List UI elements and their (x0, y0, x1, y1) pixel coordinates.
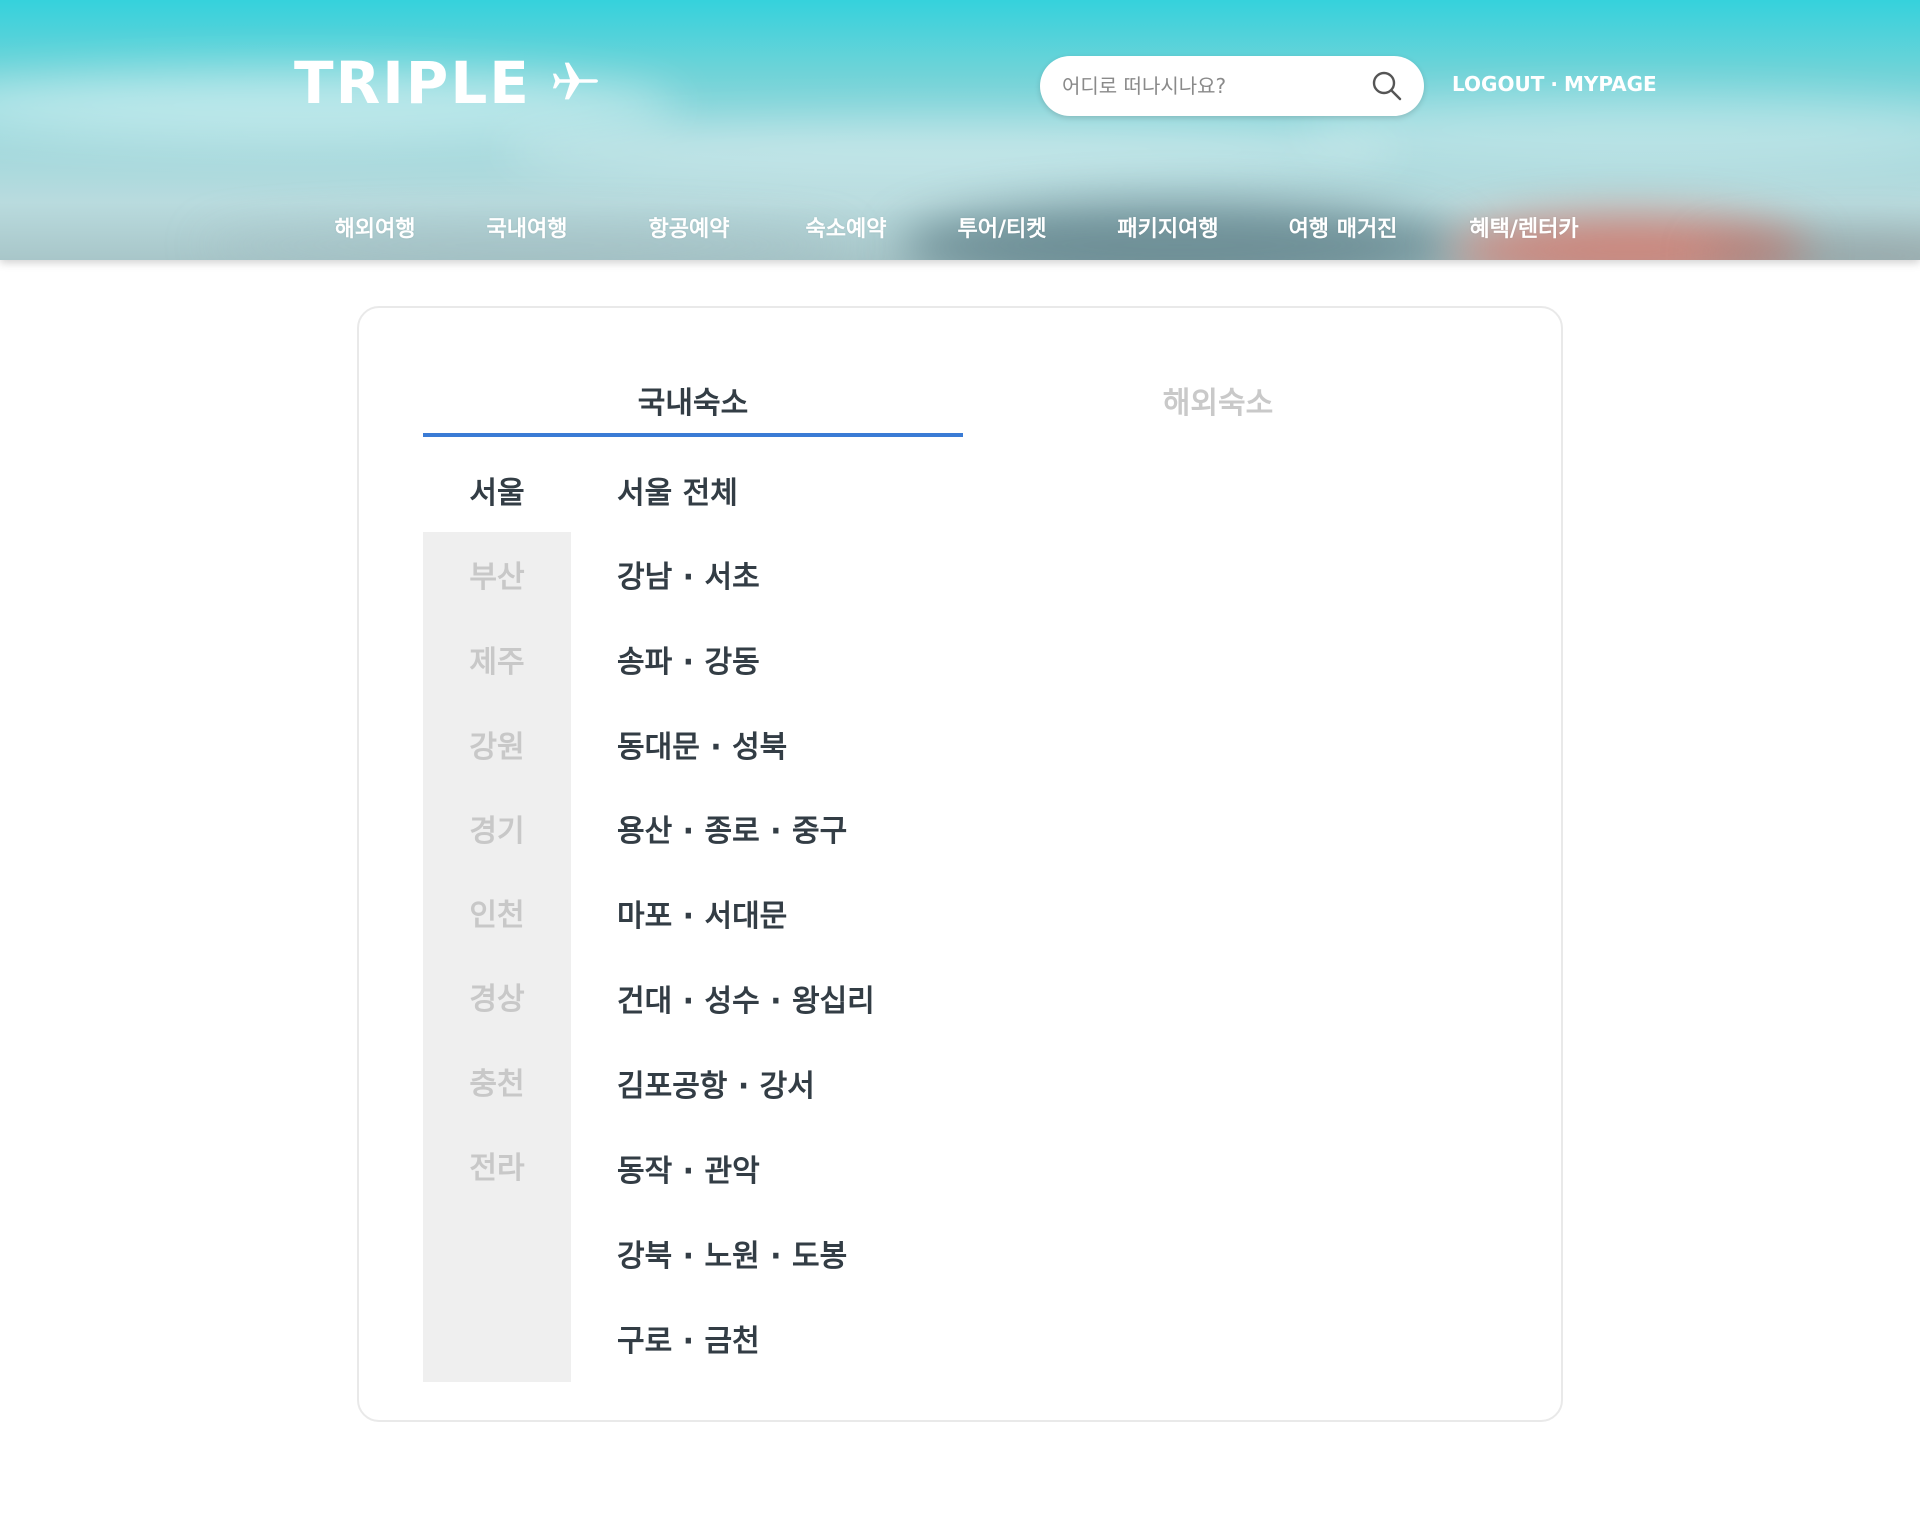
logo-text: TRIPLE (294, 49, 531, 117)
header: TRIPLE LOGOUT · MYPAGE 해외여행 국내여행 항공예약 숙소… (0, 0, 1920, 260)
subarea-item[interactable]: 서울 전체 (617, 468, 738, 512)
region-item-jeju[interactable]: 제주 (423, 637, 571, 681)
logo[interactable]: TRIPLE (294, 54, 601, 112)
nav-item-benefits-rentacar[interactable]: 혜택/렌터카 (1469, 211, 1578, 243)
auth-separator: · (1550, 72, 1558, 96)
subarea-item[interactable]: 구로 · 금천 (617, 1316, 760, 1360)
subarea-item[interactable]: 동대문 · 성북 (617, 722, 787, 766)
mypage-link[interactable]: MYPAGE (1564, 72, 1657, 96)
subarea-item[interactable]: 마포 · 서대문 (617, 891, 787, 935)
search-icon[interactable] (1370, 69, 1404, 103)
nav-item-domestic-travel[interactable]: 국내여행 (487, 211, 568, 243)
region-item-gangwon[interactable]: 강원 (423, 722, 571, 766)
region-item-busan[interactable]: 부산 (423, 552, 571, 596)
region-item-gyeongsang[interactable]: 경상 (423, 974, 571, 1018)
active-tab-indicator (423, 433, 963, 437)
nav-item-flight-booking[interactable]: 항공예약 (649, 211, 730, 243)
subarea-item[interactable]: 동작 · 관악 (617, 1146, 760, 1190)
nav-item-travel-magazine[interactable]: 여행 매거진 (1289, 211, 1398, 243)
search-input[interactable] (1060, 73, 1370, 99)
subarea-item[interactable]: 강남 · 서초 (617, 552, 760, 596)
subarea-item[interactable]: 건대 · 성수 · 왕십리 (617, 976, 875, 1020)
nav-item-package-travel[interactable]: 패키지여행 (1117, 211, 1218, 243)
main-nav: 해외여행 국내여행 항공예약 숙소예약 투어/티켓 패키지여행 여행 매거진 혜… (0, 211, 1920, 243)
region-item-jeolla[interactable]: 전라 (423, 1143, 571, 1187)
nav-item-overseas-travel[interactable]: 해외여행 (335, 211, 416, 243)
subarea-item[interactable]: 송파 · 강동 (617, 637, 760, 681)
search-bar (1040, 56, 1424, 116)
nav-item-tour-ticket[interactable]: 투어/티켓 (958, 211, 1047, 243)
subarea-item[interactable]: 강북 · 노원 · 도봉 (617, 1231, 847, 1275)
region-item-seoul[interactable]: 서울 (423, 468, 571, 512)
nav-item-lodging-booking[interactable]: 숙소예약 (806, 211, 887, 243)
logout-link[interactable]: LOGOUT (1452, 72, 1544, 96)
tab-overseas-lodging[interactable]: 해외숙소 (963, 378, 1473, 438)
lodging-panel: 국내숙소 해외숙소 서울 부산 제주 강원 경기 인천 경상 충천 전라 서울 … (357, 306, 1563, 1422)
auth-links: LOGOUT · MYPAGE (1452, 72, 1657, 96)
subarea-item[interactable]: 용산 · 종로 · 중구 (617, 806, 847, 850)
lodging-tabs: 국내숙소 해외숙소 (423, 378, 1503, 438)
region-item-incheon[interactable]: 인천 (423, 890, 571, 934)
subarea-item[interactable]: 김포공항 · 강서 (617, 1061, 815, 1105)
region-item-gyeonggi[interactable]: 경기 (423, 806, 571, 850)
airplane-icon (549, 55, 601, 111)
region-list: 서울 부산 제주 강원 경기 인천 경상 충천 전라 (423, 448, 571, 1388)
tab-domestic-lodging[interactable]: 국내숙소 (423, 378, 963, 438)
region-item-chungcheon[interactable]: 충천 (423, 1059, 571, 1103)
sky-cloud (500, 120, 1400, 180)
